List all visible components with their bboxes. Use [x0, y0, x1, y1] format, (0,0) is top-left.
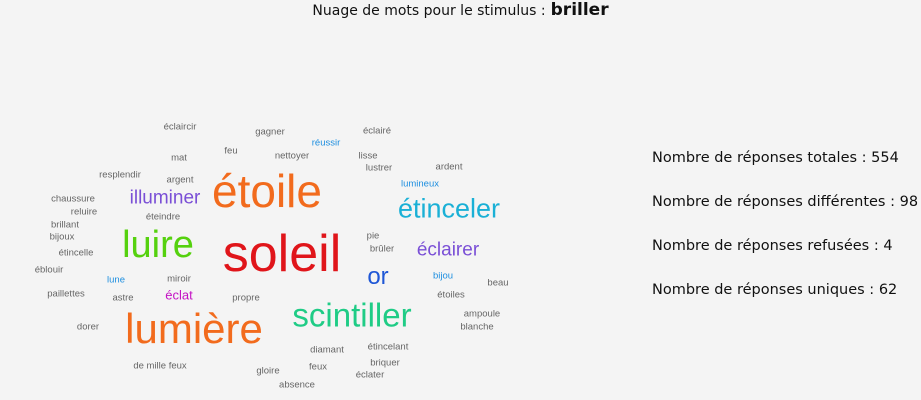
cloud-word: argent [166, 174, 194, 186]
stat-unique-value: 62 [878, 282, 898, 298]
word-cloud-panel: Nuage de mots pour le stimulus : briller… [0, 0, 921, 400]
cloud-word: paillettes [47, 288, 85, 300]
cloud-word: lune [107, 274, 125, 286]
cloud-word: dorer [76, 321, 100, 333]
cloud-word: lumière [125, 305, 263, 352]
cloud-word: de mille feux [133, 360, 187, 372]
cloud-word: reluire [70, 206, 98, 218]
stat-refused: Nombre de réponses refusées : 4 [652, 238, 893, 254]
stat-total-label: Nombre de réponses totales : [652, 150, 867, 166]
cloud-word: éclater [355, 369, 385, 381]
cloud-word: bijoux [49, 231, 75, 243]
cloud-word: resplendir [99, 169, 141, 181]
cloud-word: éblouir [34, 264, 64, 276]
cloud-word: étincelle [58, 247, 94, 259]
cloud-word: lustrer [365, 162, 393, 174]
cloud-word: briquer [370, 357, 400, 369]
word-cloud: éclaircir gagner réussir éclairé feu mat netto… [0, 0, 560, 400]
cloud-word: lumineux [400, 178, 440, 190]
cloud-word: étoile [212, 165, 322, 217]
stat-unique-label: Nombre de réponses uniques : [652, 282, 875, 298]
stat-different-label: Nombre de réponses différentes : [652, 194, 895, 210]
cloud-word: luire [122, 224, 194, 266]
cloud-word: éclaircir [163, 121, 197, 133]
cloud-word: bijou [432, 270, 454, 282]
cloud-word: gloire [256, 365, 280, 377]
cloud-word: étinceler [397, 193, 501, 224]
cloud-word: éclairer [416, 239, 480, 261]
stat-refused-label: Nombre de réponses refusées : [652, 238, 879, 254]
cloud-word: astre [112, 292, 134, 304]
cloud-word: blanche [460, 321, 494, 333]
cloud-word: ardent [435, 161, 463, 173]
cloud-word: étoiles [437, 289, 465, 301]
cloud-word: chaussure [51, 193, 95, 205]
cloud-word: éclairé [363, 125, 391, 137]
cloud-word: ampoule [463, 308, 501, 320]
stat-refused-value: 4 [883, 238, 893, 254]
cloud-word: scintiller [292, 296, 412, 334]
cloud-word: diamant [310, 344, 344, 356]
stat-different-value: 98 [899, 194, 919, 210]
cloud-word: propre [232, 292, 260, 304]
cloud-word: étincelant [367, 341, 409, 353]
stat-total: Nombre de réponses totales : 554 [652, 150, 899, 166]
cloud-word: lisse [358, 150, 378, 162]
cloud-word: brûler [369, 243, 395, 255]
cloud-word: éteindre [145, 211, 181, 223]
cloud-word: miroir [167, 273, 191, 285]
cloud-word: absence [279, 379, 315, 391]
stat-different: Nombre de réponses différentes : 98 [652, 194, 918, 210]
cloud-word: feux [309, 361, 327, 373]
cloud-word: illuminer [129, 187, 201, 209]
cloud-word: mat [171, 152, 187, 164]
cloud-word: brillant [51, 219, 79, 231]
cloud-word: soleil [222, 225, 342, 283]
cloud-word: gagner [255, 126, 285, 138]
cloud-word: pie [366, 230, 380, 242]
stat-unique: Nombre de réponses uniques : 62 [652, 282, 897, 298]
cloud-word: éclat [165, 287, 193, 303]
stat-total-value: 554 [871, 150, 899, 166]
cloud-word: or [367, 263, 389, 290]
cloud-word: nettoyer [274, 150, 310, 162]
cloud-word: réussir [311, 137, 341, 149]
cloud-word: beau [487, 277, 509, 289]
cloud-word: feu [224, 145, 238, 157]
